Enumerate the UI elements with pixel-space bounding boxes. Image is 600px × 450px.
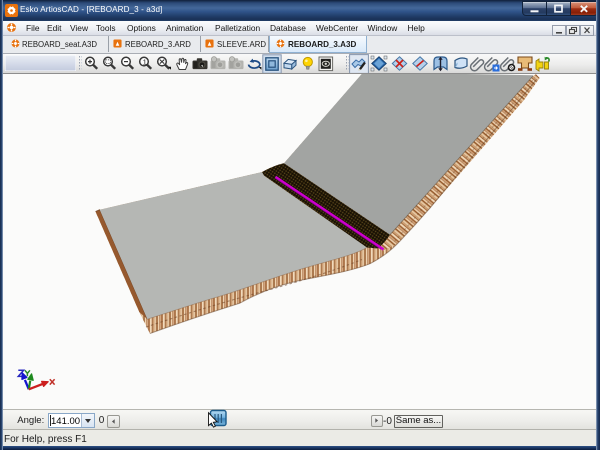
svg-text:1: 1 [143,57,147,66]
